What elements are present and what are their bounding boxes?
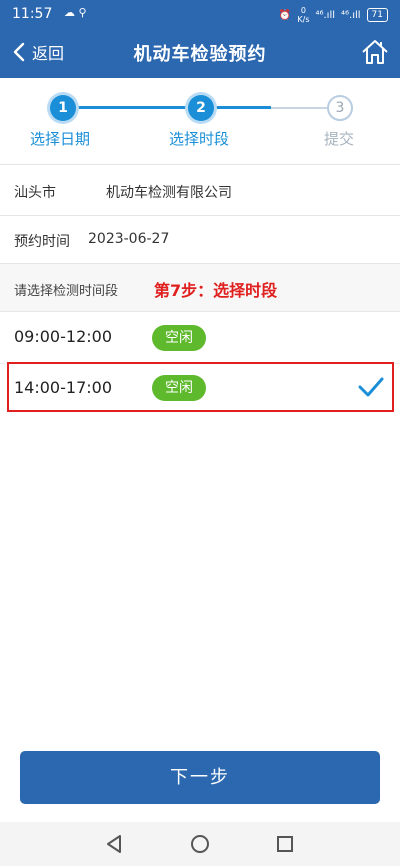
status-time: 11:57 — [12, 6, 53, 22]
notification-icons: ☁ ⚲ — [64, 6, 87, 19]
nav-bar: 返回 机动车检验预约 — [0, 28, 400, 78]
date-value: 2023-06-27 — [88, 231, 170, 247]
date-row: 预约时间 2023-06-27 — [0, 216, 400, 264]
station-city: 汕头市 — [14, 185, 56, 201]
step-2-dot: 2 — [188, 95, 214, 121]
date-label: 预约时间 — [14, 234, 70, 250]
slot-time: 09:00-12:00 — [14, 327, 112, 346]
time-slot-1[interactable]: 09:00-12:00 空闲 — [0, 312, 400, 364]
status-badge: 空闲 — [152, 325, 206, 351]
status-bar: 11:57 ☁ ⚲ ⏰ 0 K/s ⁴⁶.ıll ⁴⁶.ıll 71 — [0, 0, 400, 28]
battery-icon: 71 — [366, 8, 388, 22]
step-1-dot: 1 — [50, 95, 76, 121]
step-3-dot: 3 — [327, 95, 353, 121]
step-annotation: 第7步：选择时段 — [154, 281, 278, 300]
recents-square-icon[interactable] — [276, 834, 294, 854]
alarm-icon: ⏰ — [278, 9, 292, 21]
net-speed: 0 K/s — [297, 6, 309, 24]
step-progress: 1 2 3 选择日期 选择时段 提交 — [0, 78, 400, 165]
next-step-button[interactable]: 下一步 — [20, 751, 380, 804]
page-title: 机动车检验预约 — [133, 44, 267, 65]
slot-section-header: 请选择检测时间段 第7步：选择时段 — [0, 264, 400, 312]
top-bar: 11:57 ☁ ⚲ ⏰ 0 K/s ⁴⁶.ıll ⁴⁶.ıll 71 返回 机动… — [0, 0, 400, 78]
net-speed-unit: K/s — [297, 15, 310, 24]
station-name: 机动车检测有限公司 — [106, 185, 232, 201]
net-speed-value: 0 — [300, 6, 306, 15]
step-2-label: 选择时段 — [169, 130, 230, 148]
home-circle-icon[interactable] — [190, 834, 210, 854]
system-nav-bar — [0, 822, 400, 866]
signal-icon: ⁴⁶.ıll — [315, 9, 336, 21]
step-3-label: 提交 — [324, 130, 355, 148]
slot-prompt: 请选择检测时间段 — [14, 284, 119, 299]
status-right-icons: ⏰ 0 K/s ⁴⁶.ıll ⁴⁶.ıll 71 — [279, 6, 388, 24]
step-line-1 — [63, 106, 201, 109]
station-row: 汕头市 机动车检测有限公司 — [0, 166, 400, 216]
step-1-label: 选择日期 — [30, 130, 91, 148]
selection-highlight — [7, 362, 394, 412]
back-triangle-icon[interactable] — [105, 834, 123, 854]
signal-icon-2: ⁴⁶.ıll — [341, 9, 361, 21]
home-icon[interactable] — [360, 37, 390, 67]
